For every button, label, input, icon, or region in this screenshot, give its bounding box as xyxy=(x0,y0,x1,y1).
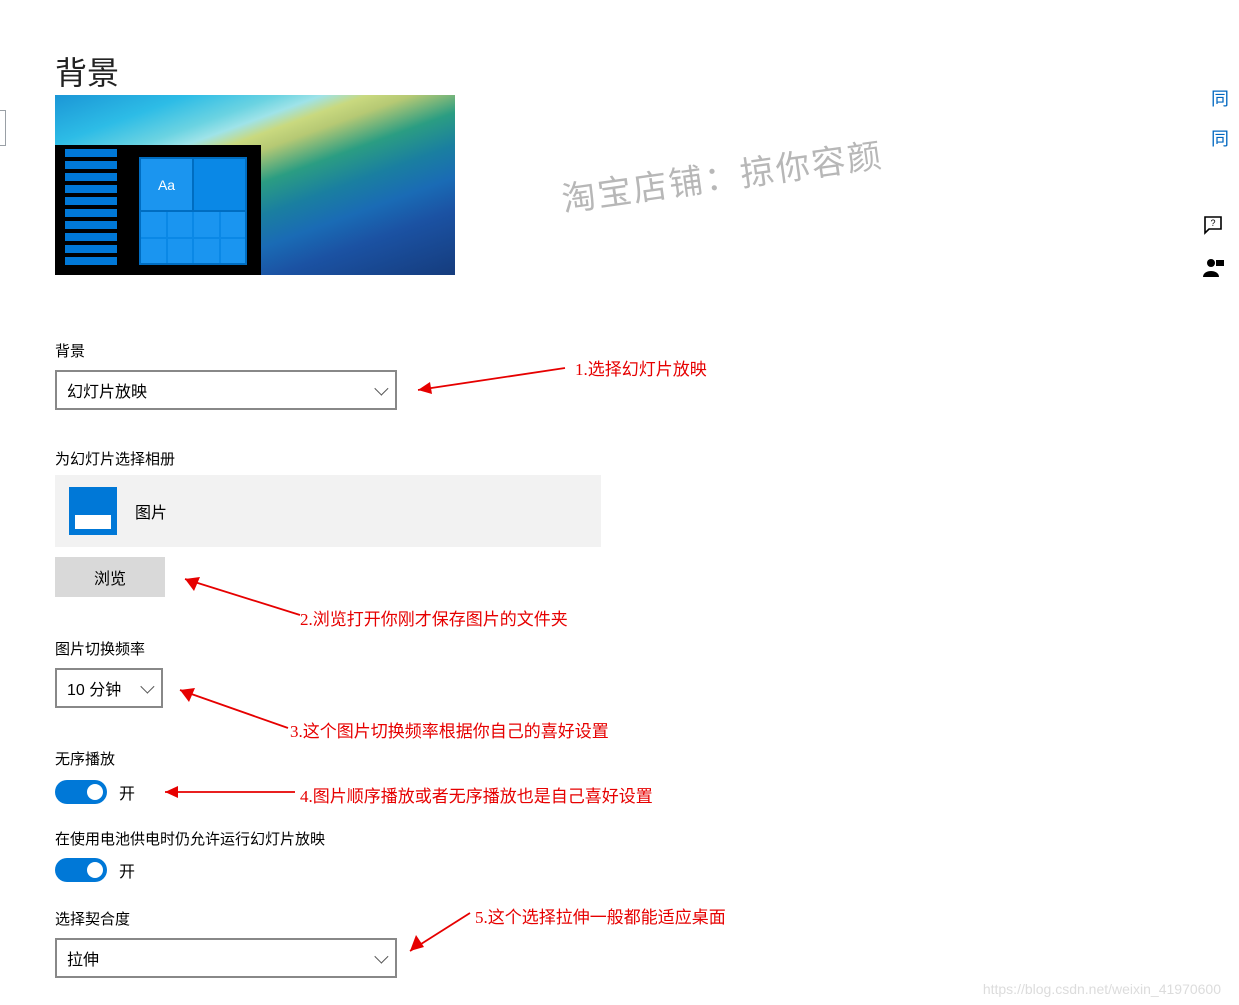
frequency-label: 图片切换频率 xyxy=(55,638,145,659)
feedback-person-icon[interactable] xyxy=(1201,256,1225,280)
preview-sidebar-lines xyxy=(65,149,117,265)
fit-label: 选择契合度 xyxy=(55,908,130,929)
arrow-2 xyxy=(170,565,310,625)
svg-text:?: ? xyxy=(1210,218,1215,228)
background-dropdown[interactable]: 幻灯片放映 xyxy=(55,370,397,410)
fit-dropdown[interactable]: 拉伸 xyxy=(55,938,397,978)
browse-button[interactable]: 浏览 xyxy=(55,557,165,597)
right-link-1[interactable]: 同 xyxy=(1211,85,1229,111)
preview-tile xyxy=(194,159,245,210)
chevron-down-icon xyxy=(374,382,388,396)
annotation-3: 3.这个图片切换频率根据你自己的喜好设置 xyxy=(290,717,609,742)
shuffle-label: 无序播放 xyxy=(55,748,115,769)
frequency-dropdown-value: 10 分钟 xyxy=(67,676,121,700)
fit-dropdown-value: 拉伸 xyxy=(67,946,99,970)
shuffle-toggle[interactable] xyxy=(55,780,107,804)
background-label: 背景 xyxy=(55,340,85,361)
arrow-4 xyxy=(150,778,300,803)
browse-button-label: 浏览 xyxy=(94,571,126,588)
battery-toggle[interactable] xyxy=(55,858,107,882)
page-title: 背景 xyxy=(55,48,119,94)
preview-tile-grid xyxy=(141,212,245,263)
frequency-dropdown[interactable]: 10 分钟 xyxy=(55,668,163,708)
shuffle-toggle-row: 开 xyxy=(55,780,135,804)
help-chat-icon[interactable]: ? xyxy=(1201,213,1225,237)
annotation-4: 4.图片顺序播放或者无序播放也是自己喜好设置 xyxy=(300,782,653,807)
arrow-5 xyxy=(398,905,478,960)
background-preview: Aa xyxy=(55,95,455,275)
battery-state-label: 开 xyxy=(119,858,135,882)
battery-label: 在使用电池供电时仍允许运行幻灯片放映 xyxy=(55,828,325,849)
album-folder-item[interactable]: 图片 xyxy=(55,475,601,547)
shuffle-state-label: 开 xyxy=(119,780,135,804)
album-label: 为幻灯片选择相册 xyxy=(55,448,175,469)
background-dropdown-value: 幻灯片放映 xyxy=(67,378,147,402)
annotation-5: 5.这个选择拉伸一般都能适应桌面 xyxy=(475,903,726,928)
preview-tile-aa: Aa xyxy=(141,159,192,210)
chevron-down-icon xyxy=(140,680,154,694)
right-link-2[interactable]: 同 xyxy=(1211,125,1229,151)
arrow-3 xyxy=(168,680,298,735)
preview-tiles: Aa xyxy=(139,157,247,265)
battery-toggle-row: 开 xyxy=(55,858,135,882)
album-folder-name: 图片 xyxy=(135,499,167,523)
folder-icon xyxy=(69,487,117,535)
watermark-slanted: 淘宝店铺：掠你容颜 xyxy=(558,128,886,222)
left-nav-stub xyxy=(0,110,6,146)
annotation-2: 2.浏览打开你刚才保存图片的文件夹 xyxy=(300,605,568,630)
watermark-bottom: https://blog.csdn.net/weixin_41970600 xyxy=(983,981,1221,997)
chevron-down-icon xyxy=(374,950,388,964)
annotation-1: 1.选择幻灯片放映 xyxy=(575,355,707,380)
arrow-1 xyxy=(400,360,570,400)
